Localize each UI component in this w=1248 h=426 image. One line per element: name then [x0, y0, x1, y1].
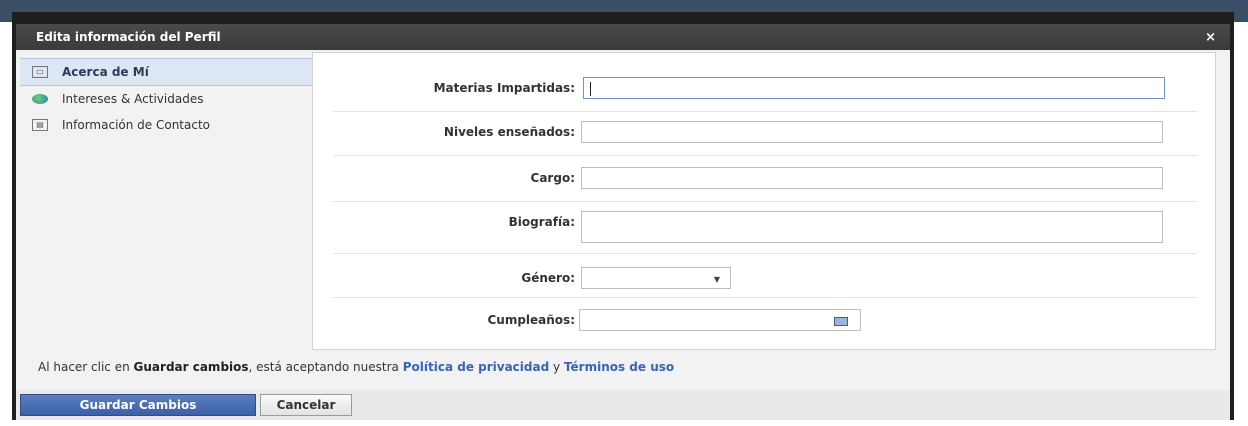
niveles-input[interactable] [581, 121, 1163, 143]
biografia-textarea[interactable] [581, 211, 1163, 243]
profile-form: Materias Impartidas: Niveles enseñados: … [312, 52, 1216, 350]
field-cargo: Cargo: [313, 167, 1215, 191]
field-materias: Materias Impartidas: [313, 77, 1215, 101]
privacy-policy-link[interactable]: Política de privacidad [403, 360, 549, 374]
notice-and: y [549, 360, 564, 374]
sidebar-item-intereses[interactable]: Intereses & Actividades [20, 86, 312, 112]
cancel-button[interactable]: Cancelar [260, 394, 352, 416]
field-cumpleanos: Cumpleaños: [313, 309, 1215, 333]
separator [333, 155, 1197, 156]
text-caret [590, 82, 591, 96]
save-changes-button[interactable]: Guardar Cambios [20, 394, 256, 416]
notice-prefix: Al hacer clic en [38, 360, 134, 374]
cargo-label: Cargo: [530, 171, 575, 185]
dialog-title: Edita información del Perfil [36, 30, 221, 44]
materias-label: Materias Impartidas: [433, 81, 575, 95]
field-genero: Género: ▼ [313, 265, 1215, 289]
sidebar-item-label: Intereses & Actividades [62, 92, 204, 106]
niveles-label: Niveles enseñados: [443, 125, 575, 139]
notice-middle: , está aceptando nuestra [248, 360, 403, 374]
sidebar: ▭ Acerca de Mí Intereses & Actividades ▤… [20, 58, 312, 350]
biografia-label: Biografía: [508, 215, 575, 229]
separator [333, 297, 1197, 298]
globe-icon [32, 94, 48, 104]
field-biografia: Biografía: [313, 211, 1215, 245]
dialog-titlebar: Edita información del Perfil × [16, 24, 1230, 50]
separator [333, 201, 1197, 202]
chevron-down-icon: ▼ [713, 275, 720, 284]
close-icon[interactable]: × [1205, 30, 1216, 45]
terms-notice: Al hacer clic en Guardar cambios, está a… [38, 360, 674, 374]
separator [333, 111, 1197, 112]
terms-of-use-link[interactable]: Términos de uso [564, 360, 674, 374]
separator [333, 253, 1197, 254]
sidebar-item-label: Información de Contacto [62, 118, 211, 132]
field-niveles: Niveles enseñados: [313, 121, 1215, 145]
sidebar-item-label: Acerca de Mí [62, 65, 149, 79]
sidebar-item-acerca-de-mi[interactable]: ▭ Acerca de Mí [20, 58, 312, 86]
cumpleanos-input[interactable] [579, 309, 861, 331]
calendar-icon[interactable] [834, 317, 848, 326]
id-card-icon: ▭ [32, 66, 48, 78]
genero-select[interactable]: ▼ [581, 267, 731, 289]
address-book-icon: ▤ [32, 119, 48, 131]
cargo-input[interactable] [581, 167, 1163, 189]
cumpleanos-label: Cumpleaños: [487, 313, 575, 327]
notice-bold: Guardar cambios [133, 360, 249, 374]
genero-label: Género: [521, 271, 575, 285]
sidebar-item-contacto[interactable]: ▤ Información de Contacto [20, 112, 312, 138]
materias-input[interactable] [583, 77, 1165, 99]
